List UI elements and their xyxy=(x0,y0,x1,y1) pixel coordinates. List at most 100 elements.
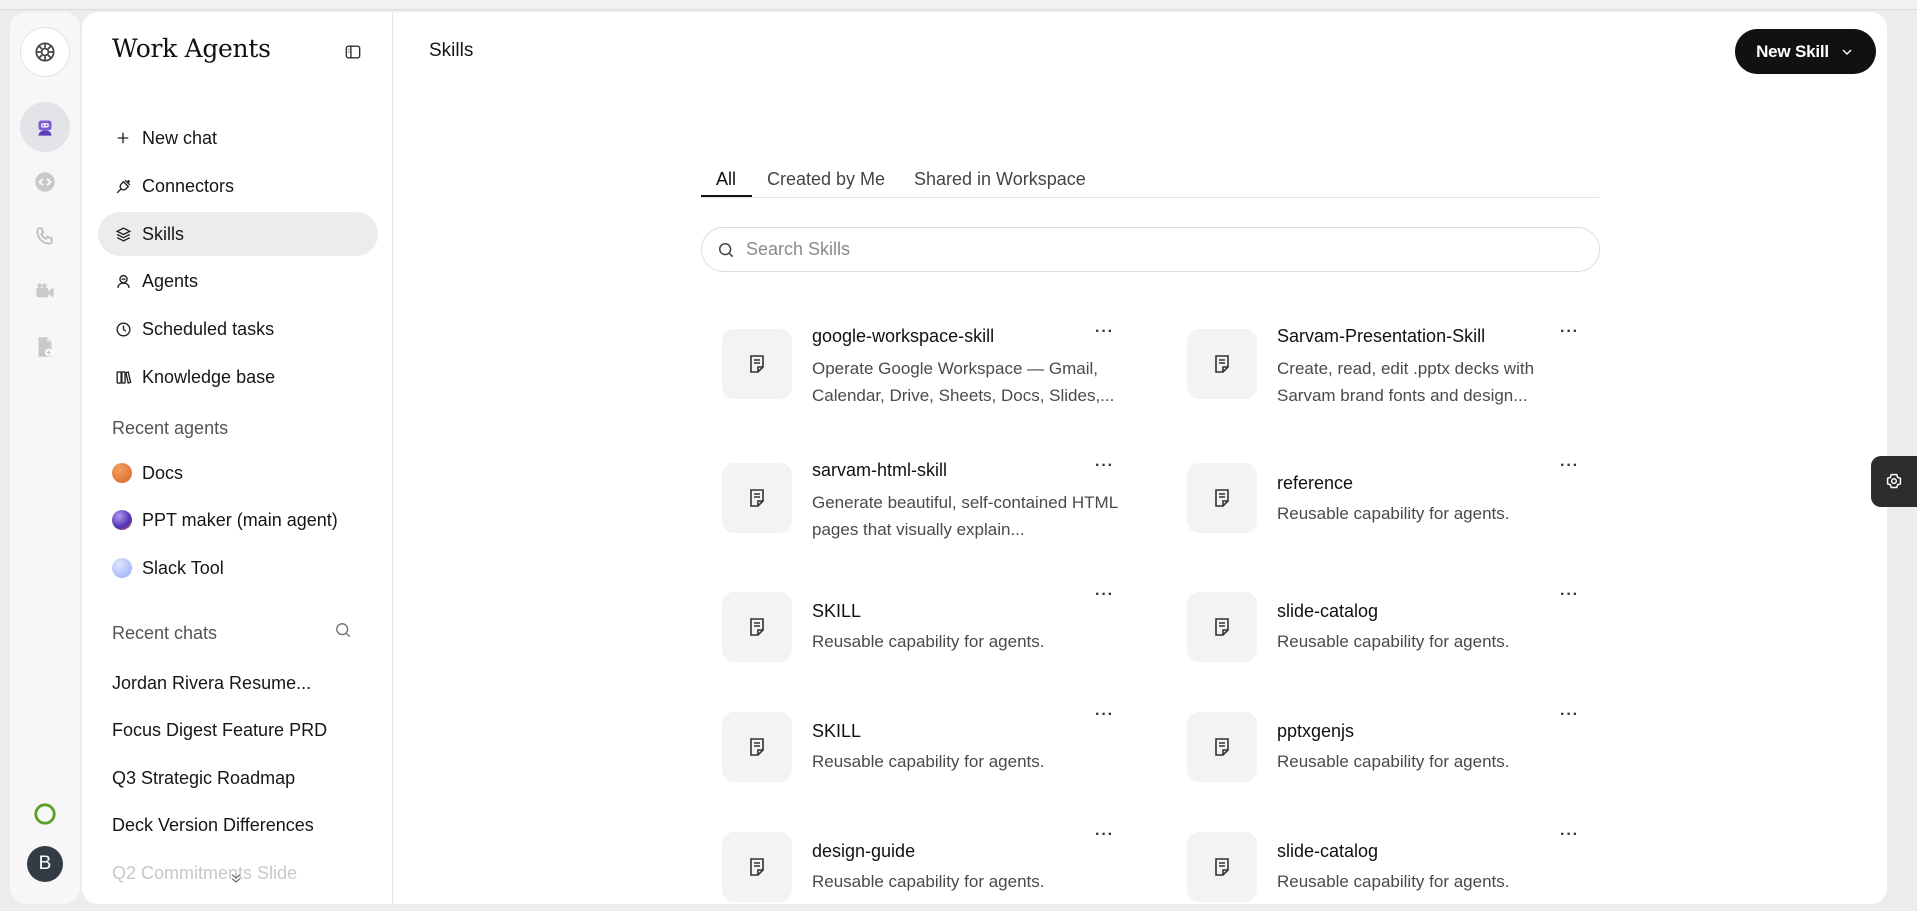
skill-card[interactable]: sarvam-html-skill Generate beautiful, se… xyxy=(722,448,1152,548)
main-content: Skills New Skill All Created by Me Share… xyxy=(393,12,1887,904)
recent-chat-item[interactable]: Deck Version Differences xyxy=(112,815,314,836)
openai-logo-icon[interactable] xyxy=(20,27,70,77)
chevron-down-icon xyxy=(1842,49,1852,55)
tab-shared-in-workspace[interactable]: Shared in Workspace xyxy=(914,169,1086,190)
more-options-icon[interactable]: ··· xyxy=(1560,458,1582,476)
more-options-icon[interactable]: ··· xyxy=(1560,827,1582,845)
sidebar-toggle-icon[interactable] xyxy=(340,39,366,65)
search-icon xyxy=(719,242,734,257)
feedback-tab-icon[interactable] xyxy=(1871,456,1917,507)
workspace-title: Work Agents xyxy=(112,34,271,63)
skill-file-icon xyxy=(1187,832,1257,902)
recent-agent-label: Docs xyxy=(142,462,184,483)
books-icon xyxy=(112,366,134,388)
sidebar-item-knowledge-base[interactable]: Knowledge base xyxy=(98,355,378,399)
sidebar-item-label: Skills xyxy=(142,223,185,244)
new-skill-button[interactable]: New Skill xyxy=(1735,29,1876,74)
sidebar-item-skills[interactable]: Skills xyxy=(98,212,378,256)
agent-avatar-icon xyxy=(112,558,132,578)
recent-agent-item[interactable]: Slack Tool xyxy=(98,546,378,590)
recent-chat-item[interactable]: Focus Digest Feature PRD xyxy=(112,720,327,741)
sidebar-item-label: New chat xyxy=(142,127,218,148)
skill-name: reference xyxy=(1277,473,1354,493)
skill-description: Reusable capability for agents. xyxy=(812,752,1045,771)
sidebar-item-agents[interactable]: Agents xyxy=(98,259,378,303)
recent-chat-item[interactable]: Jordan Rivera Resume... xyxy=(112,673,311,694)
skill-name: SKILL xyxy=(812,721,862,741)
more-options-icon[interactable]: ··· xyxy=(1560,587,1582,605)
more-options-icon[interactable]: ··· xyxy=(1095,458,1117,476)
recent-agent-item[interactable]: PPT maker (main agent) xyxy=(98,498,378,542)
avatar[interactable]: B xyxy=(27,846,63,882)
search-icon[interactable] xyxy=(333,620,355,642)
sidebar-item-scheduled-tasks[interactable]: Scheduled tasks xyxy=(98,307,378,351)
skill-file-icon xyxy=(1187,329,1257,399)
recent-chat-item[interactable]: Q3 Strategic Roadmap xyxy=(112,768,295,789)
skill-description: Reusable capability for agents. xyxy=(1277,872,1510,891)
search-input[interactable] xyxy=(746,239,1546,260)
skill-card[interactable]: design-guide Reusable capability for age… xyxy=(722,817,1152,911)
skill-file-icon xyxy=(1187,463,1257,533)
skill-card[interactable]: slide-catalog Reusable capability for ag… xyxy=(1187,577,1617,677)
skill-description: Operate Google Workspace — Gmail, Calend… xyxy=(812,359,1115,405)
more-options-icon[interactable]: ··· xyxy=(1095,827,1117,845)
skill-file-icon xyxy=(722,592,792,662)
skill-card[interactable]: SKILL Reusable capability for agents. ··… xyxy=(722,697,1152,797)
tab-active-indicator xyxy=(701,195,752,197)
skill-name: slide-catalog xyxy=(1277,601,1379,621)
skill-card[interactable]: Sarvam-Presentation-Skill Create, read, … xyxy=(1187,314,1617,414)
sidebar-item-label: Knowledge base xyxy=(142,366,276,387)
skill-name: sarvam-html-skill xyxy=(812,460,947,480)
skill-card[interactable]: slide-catalog Reusable capability for ag… xyxy=(1187,817,1617,911)
new-skill-label: New Skill xyxy=(1756,41,1829,61)
skill-description: Reusable capability for agents. xyxy=(1277,504,1510,523)
skill-card[interactable]: SKILL Reusable capability for agents. ··… xyxy=(722,577,1152,677)
phone-icon[interactable] xyxy=(20,212,70,262)
status-ring-icon[interactable] xyxy=(20,789,70,839)
recent-chats-heading: Recent chats xyxy=(112,623,218,643)
sidebar-item-label: Scheduled tasks xyxy=(142,318,275,339)
skill-description: Reusable capability for agents. xyxy=(812,872,1045,891)
recent-agents-heading: Recent agents xyxy=(112,418,229,438)
more-options-icon[interactable]: ··· xyxy=(1560,707,1582,725)
sidebar: Work Agents New chat Connectors Skills A… xyxy=(82,12,393,904)
tab-bar: All Created by Me Shared in Workspace xyxy=(701,154,1599,198)
skill-name: design-guide xyxy=(812,841,916,861)
robot-icon xyxy=(112,270,134,292)
sidebar-item-label: Agents xyxy=(142,270,199,291)
recent-chat-item[interactable]: Q2 Commitments Slide xyxy=(112,863,297,884)
icon-rail: B xyxy=(10,12,80,904)
document-icon[interactable] xyxy=(20,322,70,372)
page-title: Skills xyxy=(429,40,474,61)
plug-icon xyxy=(112,175,134,197)
window-top-bar xyxy=(0,0,1917,10)
more-options-icon[interactable]: ··· xyxy=(1095,707,1117,725)
sidebar-item-connectors[interactable]: Connectors xyxy=(98,164,378,208)
sidebar-item-new-chat[interactable]: New chat xyxy=(98,116,378,160)
search-skills-field[interactable] xyxy=(701,227,1600,272)
code-icon[interactable] xyxy=(20,157,70,207)
sidebar-item-label: Connectors xyxy=(142,175,235,196)
skill-description: Reusable capability for agents. xyxy=(812,632,1045,651)
chevron-double-down-icon[interactable] xyxy=(228,870,246,888)
agent-avatar-icon xyxy=(112,510,132,530)
plus-icon xyxy=(112,127,134,149)
skill-file-icon xyxy=(722,463,792,533)
agent-avatar-icon xyxy=(112,463,132,483)
tab-created-by-me[interactable]: Created by Me xyxy=(767,169,885,190)
skill-card[interactable]: reference Reusable capability for agents… xyxy=(1187,448,1617,548)
more-options-icon[interactable]: ··· xyxy=(1095,324,1117,342)
video-camera-icon[interactable] xyxy=(20,267,70,317)
skill-description: Create, read, edit .pptx decks with Sarv… xyxy=(1277,359,1535,405)
skill-card[interactable]: pptxgenjs Reusable capability for agents… xyxy=(1187,697,1617,797)
skill-name: SKILL xyxy=(812,601,862,621)
skill-description: Generate beautiful, self-contained HTML … xyxy=(812,493,1118,539)
more-options-icon[interactable]: ··· xyxy=(1560,324,1582,342)
more-options-icon[interactable]: ··· xyxy=(1095,587,1117,605)
skill-name: google-workspace-skill xyxy=(812,326,995,346)
tab-all[interactable]: All xyxy=(716,169,736,190)
agent-robot-icon[interactable] xyxy=(20,102,70,152)
skill-card[interactable]: google-workspace-skill Operate Google Wo… xyxy=(722,314,1152,414)
skill-file-icon xyxy=(722,329,792,399)
recent-agent-item[interactable]: Docs xyxy=(98,451,378,495)
